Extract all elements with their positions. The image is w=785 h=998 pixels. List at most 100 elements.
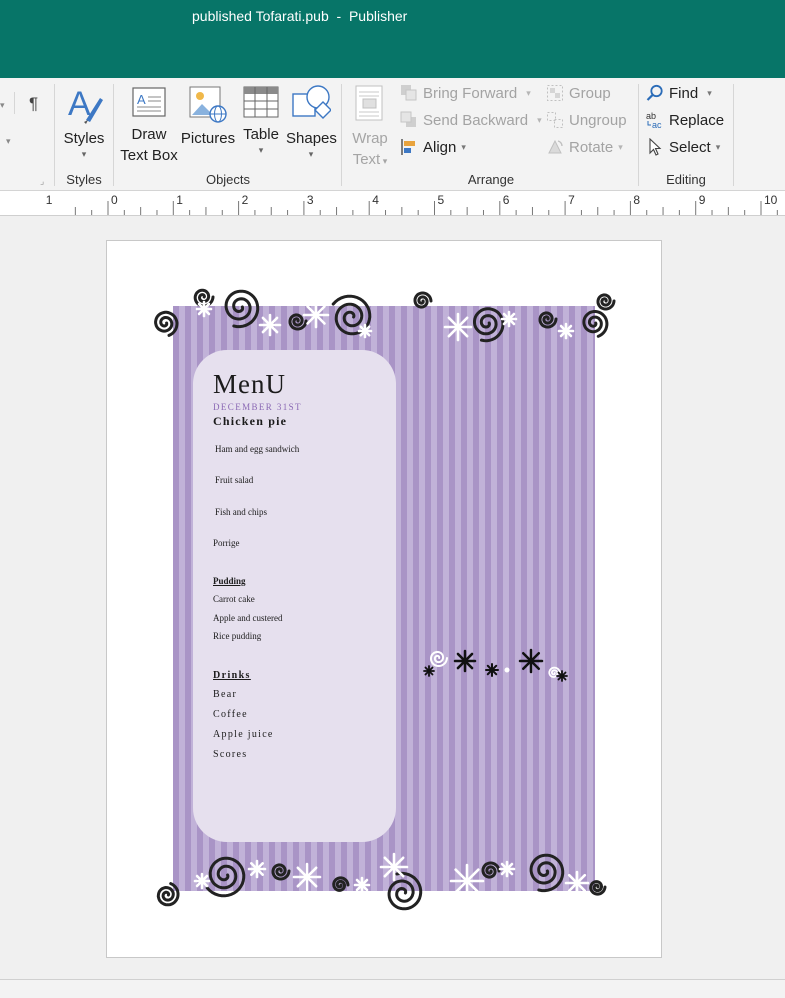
pudding-item: Apple and custered — [213, 613, 283, 623]
replace-label: Replace — [669, 111, 725, 129]
align-icon — [400, 138, 418, 156]
send-backward-button[interactable]: Send Backward ▾ — [400, 111, 542, 129]
svg-text:A: A — [137, 92, 146, 107]
table-label: Table — [243, 126, 279, 143]
ruler-number: 1 — [176, 193, 183, 207]
svg-text:ac: ac — [652, 120, 662, 129]
shapes-button[interactable]: Shapes ▾ — [286, 84, 337, 159]
swirl-icon — [582, 310, 609, 338]
separator — [733, 84, 734, 186]
swirl-icon — [529, 853, 565, 893]
styles-group-label: Styles — [66, 172, 102, 187]
dropdown-caret-icon: ▾ — [537, 114, 542, 125]
dropdown-caret-icon: ▾ — [618, 141, 623, 152]
align-button[interactable]: Align ▾ — [400, 138, 466, 156]
ruler-number: 8 — [633, 193, 641, 207]
dialog-launcher-icon[interactable]: ⌟ — [40, 176, 44, 187]
dropdown-caret-icon: ▾ — [6, 136, 11, 146]
window-title: published Tofarati.pub - Publisher — [192, 8, 408, 24]
wrap-text-button[interactable]: Wrap Text ▾ — [346, 84, 394, 172]
draw-text-box-label-line2: Text Box — [120, 147, 178, 164]
bring-forward-button[interactable]: Bring Forward ▾ — [400, 84, 531, 102]
table-icon — [243, 84, 279, 120]
swirl-icon — [481, 861, 501, 879]
svg-text:A: A — [68, 85, 91, 123]
separator — [14, 92, 15, 114]
publication-page[interactable]: MenU DECEMBER 31ST Chicken pie Ham and e… — [106, 240, 662, 958]
replace-button[interactable]: ab ac Replace — [646, 111, 725, 130]
text-box-icon: A — [131, 84, 167, 120]
align-label: Align — [423, 138, 457, 156]
shapes-label: Shapes — [286, 130, 337, 147]
swirl-icon — [413, 291, 433, 309]
ruler-number: 1 — [45, 193, 53, 207]
ungroup-button[interactable]: Ungroup — [546, 111, 627, 129]
separator — [638, 84, 639, 186]
ruler-number: 7 — [568, 193, 575, 207]
ruler-number: 9 — [698, 193, 706, 207]
draw-text-box-button[interactable]: A Draw Text Box — [116, 84, 182, 166]
swirl-icon — [224, 289, 260, 329]
bring-forward-icon — [400, 84, 418, 102]
dropdown-caret-icon: ▾ — [81, 149, 87, 159]
styles-button[interactable]: A Styles ▾ — [62, 84, 106, 159]
paragraph-mark-button[interactable]: ¶ — [29, 94, 38, 114]
document-canvas[interactable]: MenU DECEMBER 31ST Chicken pie Ham and e… — [0, 216, 785, 979]
ruler-number: 0 — [111, 193, 118, 207]
swirl-icon — [430, 650, 448, 667]
ribbon: ¶ ▾ ▾ A Styles ▾ Styles A Draw Text Box … — [0, 78, 785, 191]
editing-group-label: Editing — [666, 172, 706, 187]
send-backward-label: Send Backward — [423, 111, 529, 129]
dot-icon — [504, 667, 510, 673]
arrange-group-label: Arrange — [467, 172, 515, 187]
bring-forward-label: Bring Forward — [423, 84, 518, 102]
dropdown-caret-icon: ▾ — [461, 141, 466, 152]
menu-date: DECEMBER 31ST — [213, 402, 302, 412]
ruler-number: 2 — [241, 193, 249, 207]
pudding-heading: Pudding — [213, 576, 246, 586]
select-button[interactable]: Select ▾ — [646, 137, 720, 156]
separator — [341, 84, 342, 186]
rotate-label: Rotate — [569, 138, 614, 156]
group-icon — [546, 84, 564, 102]
group-button[interactable]: Group — [546, 84, 611, 102]
dropdown-caret-icon: ▾ — [526, 87, 531, 98]
pictures-icon — [188, 84, 228, 124]
dropdown-caret-icon: ▾ — [0, 100, 5, 110]
swirl-icon — [596, 293, 616, 311]
swirl-icon — [332, 876, 350, 892]
drinks-heading: Drinks — [213, 670, 251, 681]
menu-item: Ham and egg sandwich — [215, 444, 300, 454]
menu-item: Fruit salad — [215, 475, 254, 485]
drinks-item: Apple juice — [213, 729, 274, 740]
find-button[interactable]: Find ▾ — [646, 84, 712, 102]
swirl-icon — [288, 313, 308, 331]
table-button[interactable]: Table ▾ — [238, 84, 284, 155]
menu-title: MenU — [213, 369, 286, 399]
swirl-icon — [589, 880, 607, 896]
drinks-item: Bear — [213, 689, 238, 700]
separator — [113, 84, 114, 186]
magnifier-icon — [646, 84, 664, 102]
pictures-label: Pictures — [180, 130, 236, 147]
drinks-item: Coffee — [213, 709, 248, 720]
wrap-text-label-line1: Wrap — [352, 130, 388, 147]
ungroup-icon — [546, 111, 564, 129]
wrap-text-icon — [353, 84, 387, 124]
styles-icon: A — [64, 84, 104, 124]
swirl-icon — [154, 310, 179, 337]
dropdown-caret-icon: ▾ — [308, 149, 314, 159]
draw-text-box-label-line1: Draw — [131, 126, 167, 143]
rotate-icon — [546, 138, 564, 156]
rotate-button[interactable]: Rotate ▾ — [546, 138, 623, 156]
menu-item: Porrige — [213, 538, 240, 548]
title-bar: published Tofarati.pub - Publisher — [0, 0, 785, 78]
replace-icon: ab ac — [646, 111, 664, 130]
horizontal-ruler[interactable]: 1 0 1 2 3 4 5 6 7 8 9 10 — [0, 191, 785, 216]
pictures-button[interactable]: Pictures — [180, 84, 236, 149]
dropdown-caret-icon: ▾ — [707, 87, 712, 98]
objects-group-label: Objects — [205, 172, 251, 187]
ruler-number: 6 — [502, 193, 510, 207]
ungroup-label: Ungroup — [569, 111, 627, 129]
ruler-number: 10 — [764, 193, 778, 207]
